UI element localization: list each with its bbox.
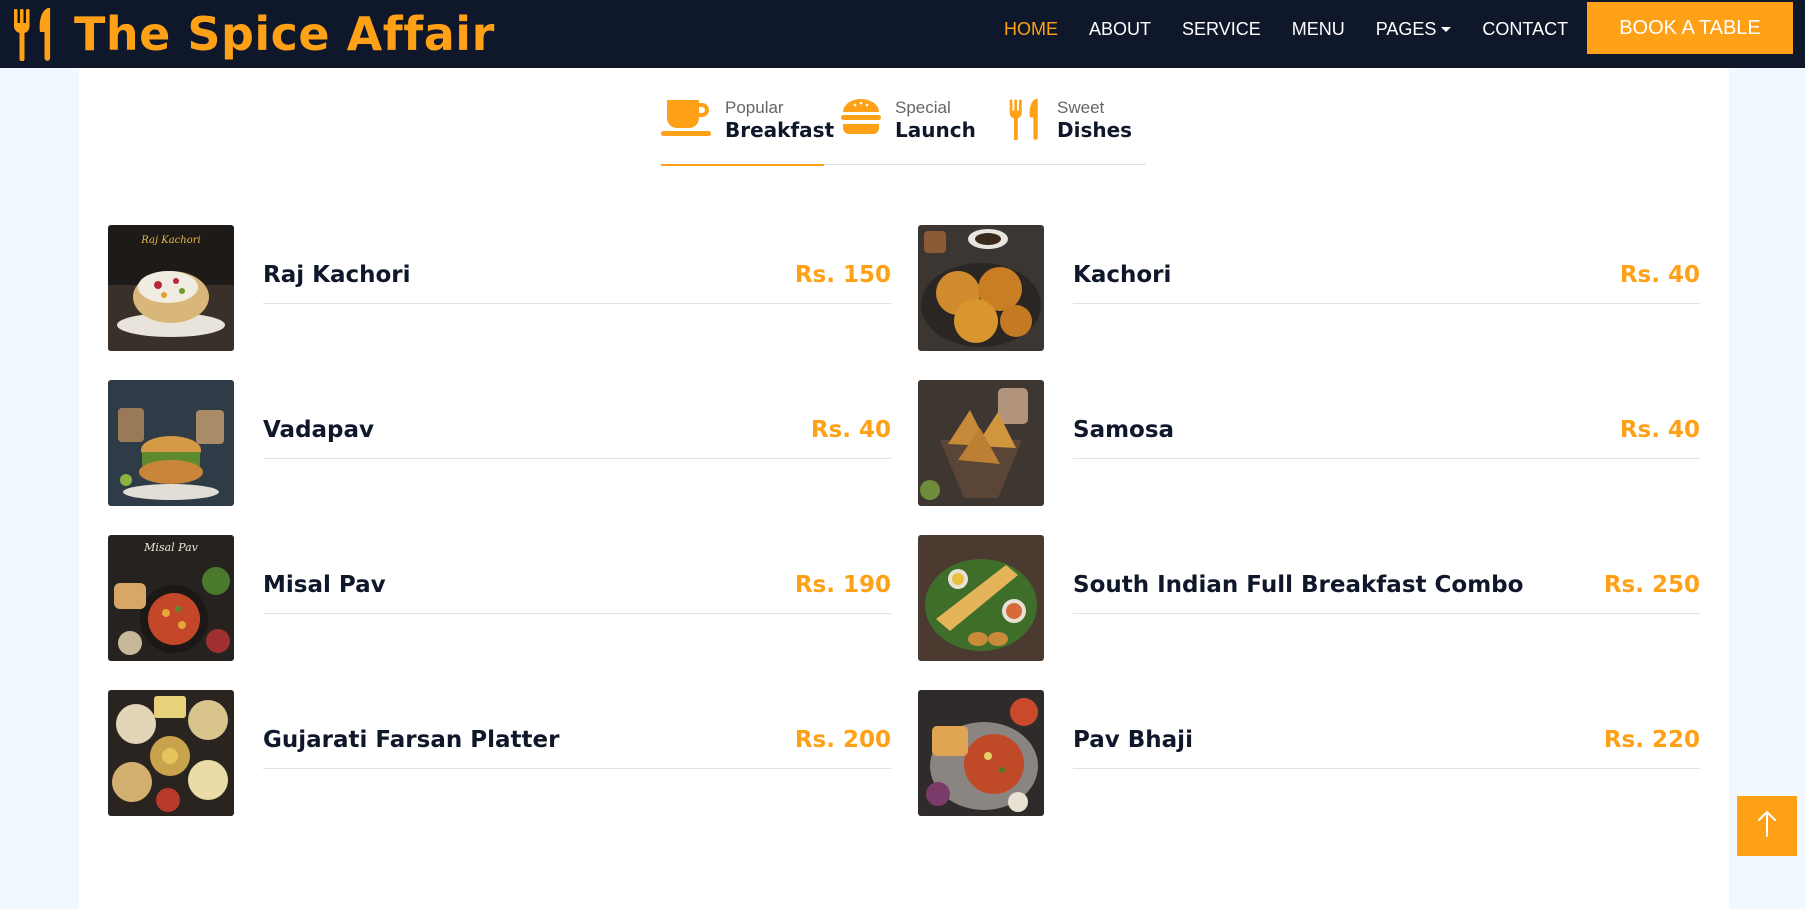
nav-pages-dropdown[interactable]: PAGES	[1376, 19, 1452, 40]
menu-item-name: Pav Bhaji	[1073, 727, 1193, 753]
navbar: The Spice Affair HOME ABOUT SERVICE MENU…	[0, 0, 1805, 68]
hamburger-icon	[841, 98, 881, 141]
menu-item-name: Samosa	[1073, 417, 1175, 443]
menu-item-name: Kachori	[1073, 262, 1172, 288]
tab-dishes[interactable]: Sweet Dishes	[1009, 96, 1146, 165]
menu-item-price: Rs. 150	[794, 262, 891, 288]
kachori-image	[918, 225, 1044, 351]
book-table-button[interactable]: BOOK A TABLE	[1587, 2, 1793, 54]
menu-item-name: Vadapav	[263, 417, 375, 443]
arrow-up-icon	[1756, 810, 1778, 843]
menu-item-price: Rs. 40	[1619, 417, 1700, 443]
south-indian-combo-image	[918, 535, 1044, 661]
menu-item-price: Rs. 220	[1603, 727, 1700, 753]
menu-item-price: Rs. 200	[794, 727, 891, 753]
menu-section: Popular Breakfast Special Launch Sweet D…	[79, 68, 1729, 909]
utensils-icon	[14, 7, 56, 61]
caret-down-icon	[1441, 26, 1452, 32]
menu-item[interactable]: Pav Bhaji Rs. 220	[918, 690, 1700, 816]
coffee-cup-icon	[661, 98, 711, 143]
nav-contact[interactable]: CONTACT	[1482, 19, 1568, 40]
nav-about[interactable]: ABOUT	[1089, 19, 1151, 40]
menu-item[interactable]: Raj Kachori Raj Kachori Rs. 150	[108, 225, 891, 351]
tab-breakfast-title: Breakfast	[725, 118, 835, 142]
tab-breakfast[interactable]: Popular Breakfast	[661, 96, 834, 166]
raj-kachori-image-caption: Raj Kachori	[140, 235, 200, 246]
back-to-top-button[interactable]	[1737, 796, 1797, 856]
menu-item[interactable]: Vadapav Rs. 40	[108, 380, 891, 506]
misal-pav-image: Misal Pav	[108, 535, 234, 661]
menu-item[interactable]: Gujarati Farsan Platter Rs. 200	[108, 690, 891, 816]
menu-item-name: Gujarati Farsan Platter	[263, 727, 560, 753]
brand-logo[interactable]: The Spice Affair	[14, 0, 495, 68]
nav-home[interactable]: HOME	[1004, 19, 1058, 40]
tab-launch-subtitle: Special	[895, 98, 951, 117]
menu-item-name: Raj Kachori	[263, 262, 411, 288]
nav-service[interactable]: SERVICE	[1182, 19, 1261, 40]
tab-breakfast-subtitle: Popular	[725, 98, 784, 117]
menu-tabs: Popular Breakfast Special Launch Sweet D…	[661, 96, 1146, 166]
menu-item-price: Rs. 250	[1603, 572, 1700, 598]
nav-menu[interactable]: MENU	[1292, 19, 1345, 40]
menu-item-name: South Indian Full Breakfast Combo	[1073, 572, 1524, 598]
pav-bhaji-image	[918, 690, 1044, 816]
misal-pav-image-caption: Misal Pav	[143, 541, 198, 554]
samosa-image	[918, 380, 1044, 506]
tab-dishes-subtitle: Sweet	[1057, 98, 1105, 117]
tab-dishes-title: Dishes	[1057, 118, 1133, 142]
menu-item-price: Rs. 40	[810, 417, 891, 443]
menu-item-name: Misal Pav	[263, 572, 386, 598]
tab-launch-title: Launch	[895, 118, 976, 142]
menu-item[interactable]: Misal Pav Misal Pav Rs. 190	[108, 535, 891, 661]
menu-item-price: Rs. 190	[794, 572, 891, 598]
nav-pages-label: PAGES	[1375, 18, 1437, 39]
brand-name: The Spice Affair	[74, 7, 495, 61]
utensils-icon	[1009, 98, 1043, 145]
raj-kachori-image: Raj Kachori	[108, 225, 234, 351]
menu-item[interactable]: South Indian Full Breakfast Combo Rs. 25…	[918, 535, 1700, 661]
menu-item[interactable]: Samosa Rs. 40	[918, 380, 1700, 506]
menu-item[interactable]: Kachori Rs. 40	[918, 225, 1700, 351]
vadapav-image	[108, 380, 234, 506]
tab-launch[interactable]: Special Launch	[841, 96, 976, 165]
nav-links: HOME ABOUT SERVICE MENU PAGES CONTACT	[1004, 0, 1599, 58]
menu-item-price: Rs. 40	[1619, 262, 1700, 288]
gujarati-farsan-image	[108, 690, 234, 816]
